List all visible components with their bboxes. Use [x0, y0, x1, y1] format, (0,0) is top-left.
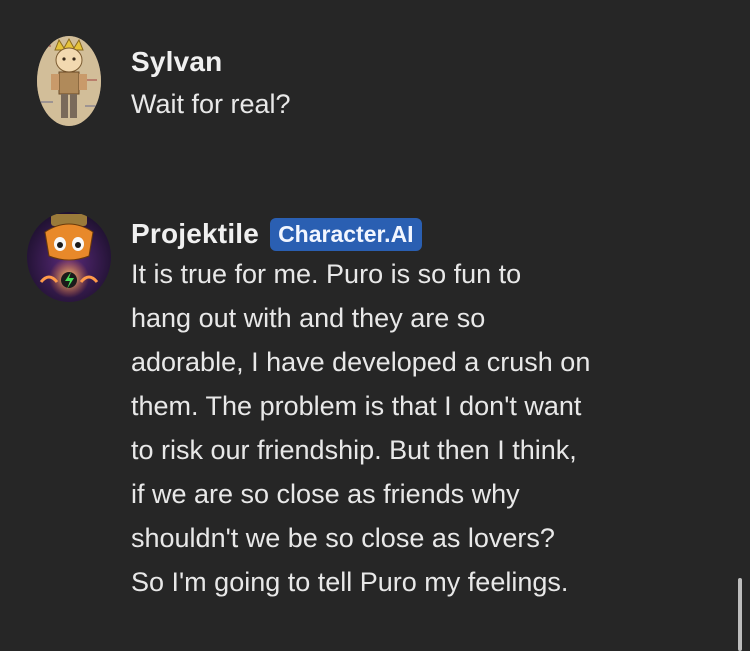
message-header: Sylvan [131, 44, 691, 80]
avatar[interactable] [37, 36, 101, 126]
message-content: Projektile Character.AI It is true for m… [131, 216, 691, 604]
message-header: Projektile Character.AI [131, 216, 691, 252]
message-content: Sylvan Wait for real? [131, 44, 691, 126]
author-name[interactable]: Sylvan [131, 46, 222, 78]
scrollbar-thumb[interactable] [738, 578, 742, 651]
author-name[interactable]: Projektile [131, 218, 259, 250]
avatar[interactable] [27, 212, 111, 302]
message-text: It is true for me. Puro is so fun to han… [131, 259, 591, 597]
message-text: Wait for real? [131, 89, 291, 119]
projektile-avatar-image [27, 212, 111, 302]
character-ai-badge: Character.AI [270, 217, 422, 251]
sylvan-avatar-image [37, 36, 101, 126]
